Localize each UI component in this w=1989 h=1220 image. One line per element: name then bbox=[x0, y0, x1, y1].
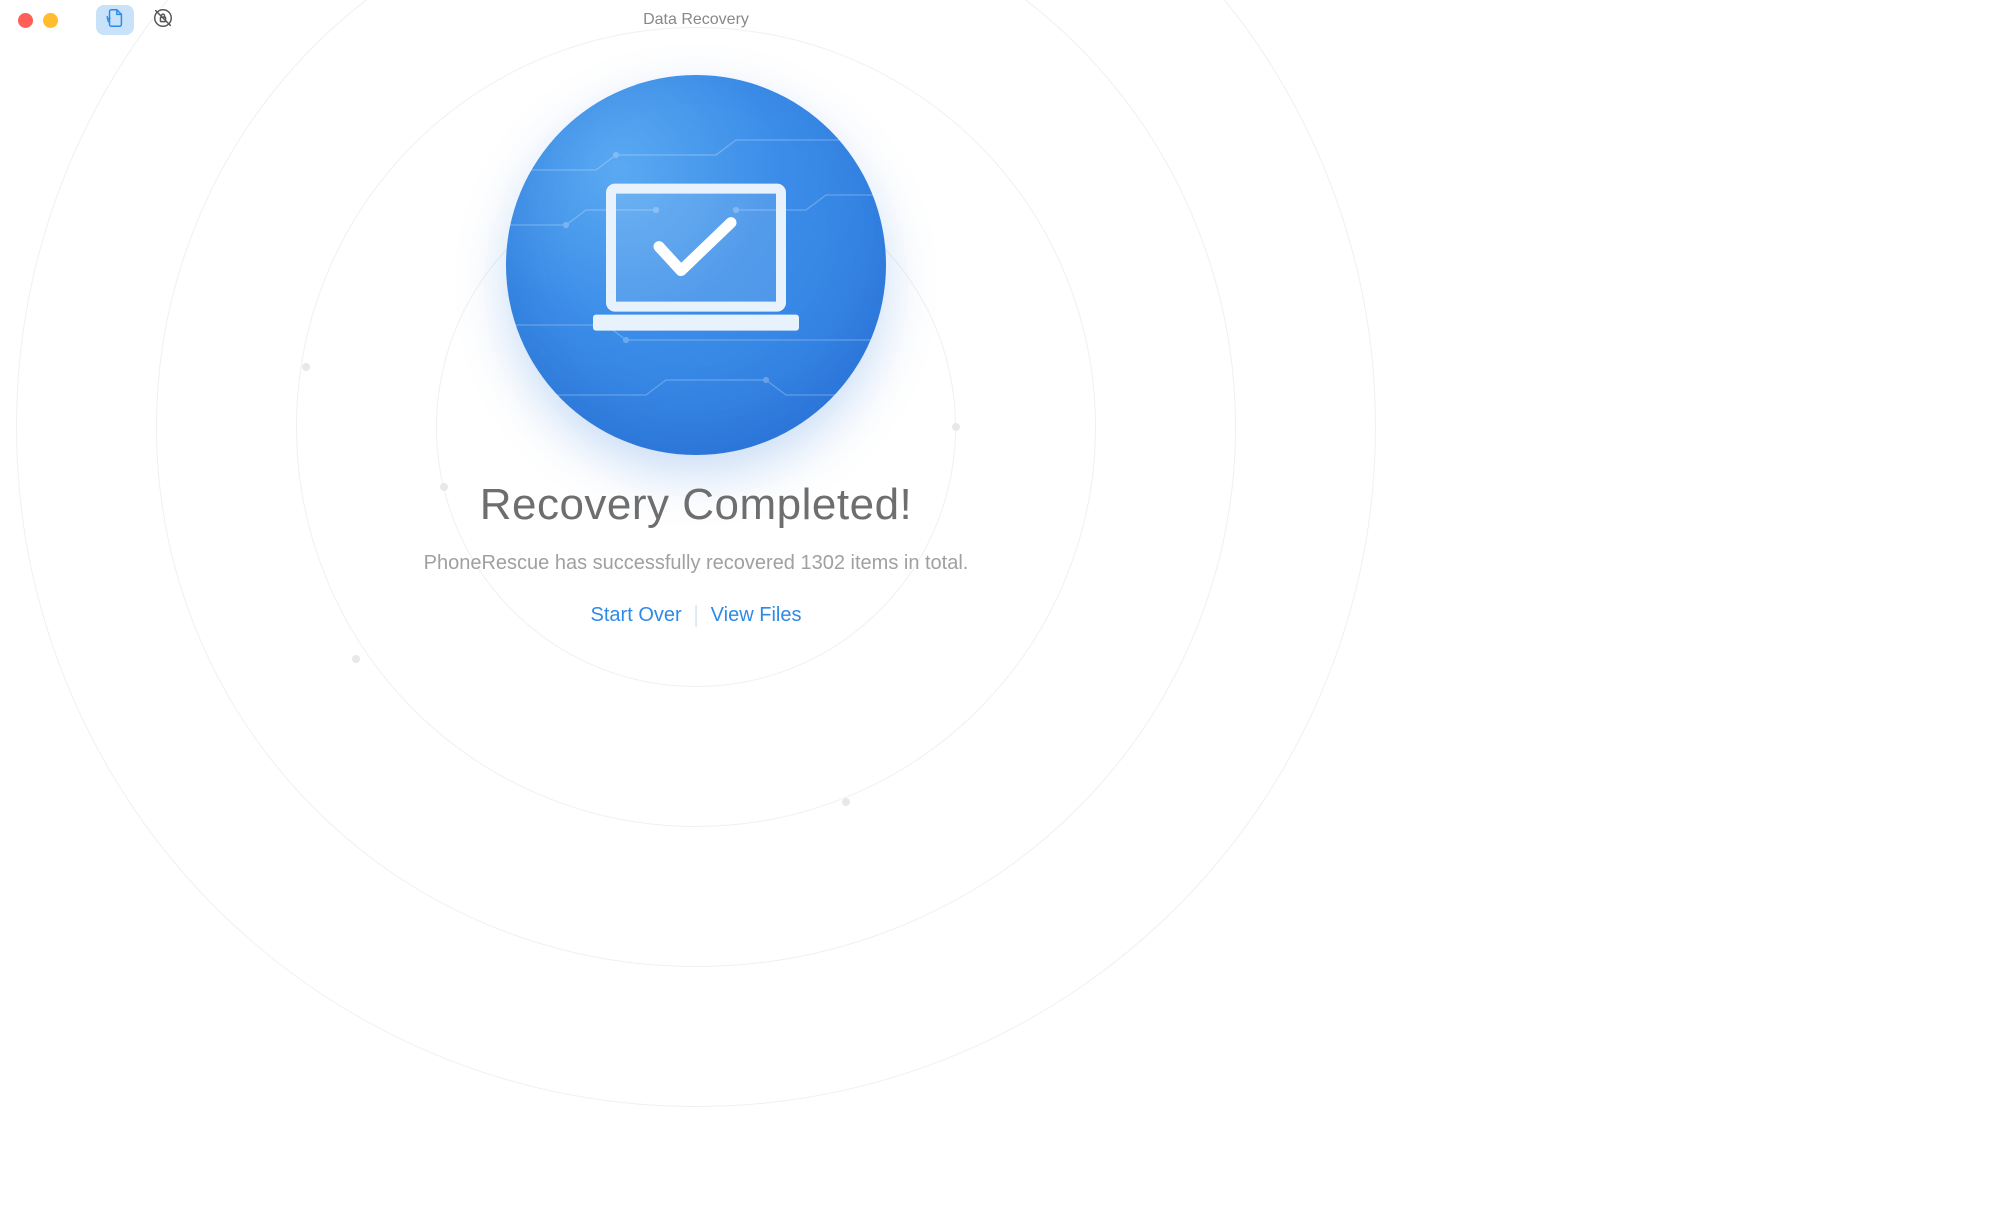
recovery-summary-text: PhoneRescue has successfully recovered 1… bbox=[424, 552, 969, 575]
toolbar bbox=[96, 5, 182, 35]
data-recovery-tab[interactable] bbox=[96, 5, 134, 35]
window-controls bbox=[0, 13, 58, 28]
title-bar: Data Recovery bbox=[0, 0, 1392, 40]
laptop-check-icon bbox=[581, 177, 811, 347]
document-restore-icon bbox=[104, 7, 126, 34]
lock-restore-tab[interactable] bbox=[144, 5, 182, 35]
link-divider bbox=[696, 605, 697, 627]
start-over-link[interactable]: Start Over bbox=[591, 604, 682, 627]
lock-restore-icon bbox=[152, 7, 174, 34]
hero-illustration bbox=[506, 75, 886, 455]
window-title: Data Recovery bbox=[643, 11, 749, 29]
view-files-link[interactable]: View Files bbox=[711, 604, 802, 627]
recovery-completed-heading: Recovery Completed! bbox=[480, 480, 913, 530]
minimize-window-button[interactable] bbox=[43, 13, 58, 28]
close-window-button[interactable] bbox=[18, 13, 33, 28]
main-content: Recovery Completed! PhoneRescue has succ… bbox=[0, 0, 1392, 854]
action-links: Start Over View Files bbox=[591, 604, 802, 627]
